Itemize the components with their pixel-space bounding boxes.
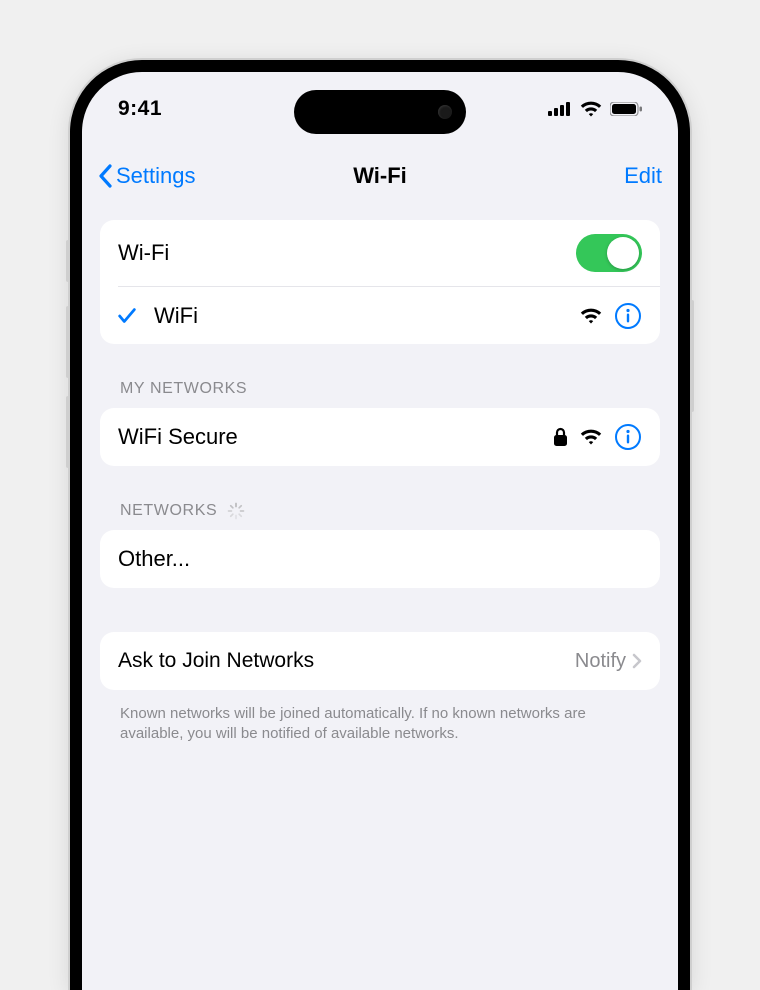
- side-button: [66, 240, 70, 282]
- phone-frame: 9:41 Sett: [70, 60, 690, 990]
- my-networks-header: MY NETWORKS: [100, 374, 660, 408]
- wifi-toggle-row: Wi-Fi: [100, 220, 660, 286]
- info-icon[interactable]: [614, 423, 642, 451]
- spinner-icon: [227, 502, 245, 520]
- info-icon[interactable]: [614, 302, 642, 330]
- volume-down-button: [66, 396, 70, 468]
- nav-bar: Settings Wi-Fi Edit: [82, 146, 678, 206]
- checkmark-icon: [116, 305, 138, 327]
- other-network-row[interactable]: Other...: [100, 530, 660, 588]
- wifi-signal-icon: [580, 308, 602, 324]
- networks-header-label: NETWORKS: [120, 502, 217, 520]
- cellular-icon: [548, 102, 572, 116]
- battery-icon: [610, 102, 642, 116]
- networks-group: Other...: [100, 530, 660, 588]
- ask-footnote: Known networks will be joined automatica…: [100, 696, 660, 745]
- screen: 9:41 Sett: [82, 72, 678, 990]
- network-row[interactable]: WiFi Secure: [100, 408, 660, 466]
- connected-network-row[interactable]: WiFi: [118, 286, 660, 344]
- lock-icon: [553, 427, 568, 447]
- wifi-toggle[interactable]: [576, 234, 642, 272]
- ask-group: Ask to Join Networks Notify: [100, 632, 660, 690]
- chevron-right-icon: [632, 653, 642, 669]
- ask-label: Ask to Join Networks: [118, 649, 314, 673]
- connected-network-name: WiFi: [154, 303, 198, 329]
- back-label: Settings: [116, 163, 196, 189]
- wifi-group: Wi-Fi WiFi: [100, 220, 660, 344]
- chevron-left-icon: [98, 164, 112, 188]
- network-name: WiFi Secure: [118, 424, 238, 450]
- power-button: [690, 300, 694, 412]
- ask-value: Notify: [575, 650, 626, 673]
- ask-to-join-row[interactable]: Ask to Join Networks Notify: [100, 632, 660, 690]
- other-label: Other...: [118, 546, 190, 572]
- wifi-toggle-label: Wi-Fi: [118, 240, 169, 266]
- my-networks-header-label: MY NETWORKS: [120, 380, 247, 398]
- back-button[interactable]: Settings: [98, 163, 196, 189]
- my-networks-group: WiFi Secure: [100, 408, 660, 466]
- volume-up-button: [66, 306, 70, 378]
- networks-header: NETWORKS: [100, 496, 660, 530]
- content: Wi-Fi WiFi MY NETWOR: [82, 206, 678, 745]
- wifi-signal-icon: [580, 429, 602, 445]
- wifi-status-icon: [580, 101, 602, 117]
- dynamic-island: [294, 90, 466, 134]
- status-time: 9:41: [118, 97, 162, 121]
- edit-button[interactable]: Edit: [624, 163, 662, 189]
